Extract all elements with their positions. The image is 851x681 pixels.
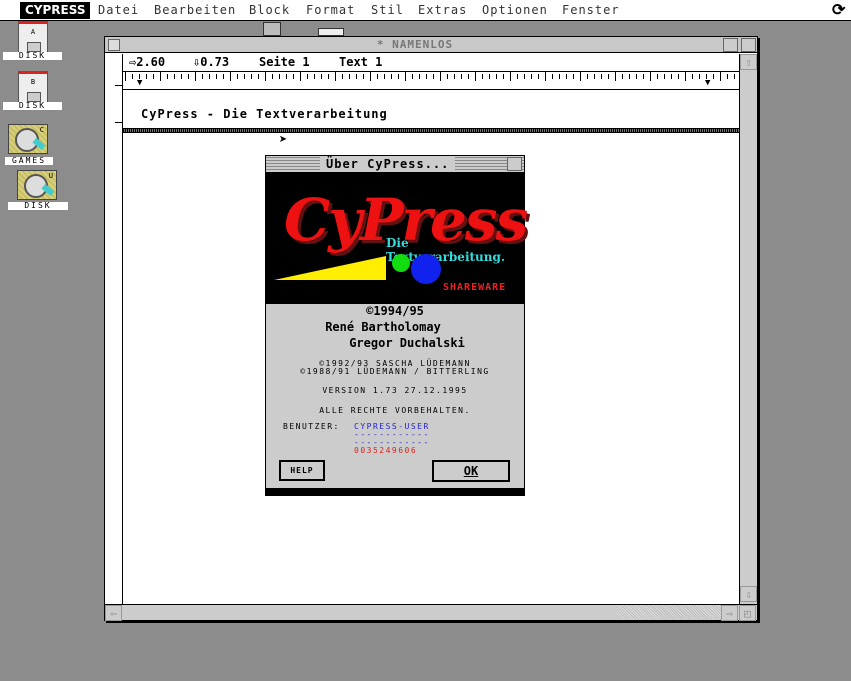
fullsize-button[interactable] <box>741 38 756 52</box>
scroll-up-icon[interactable]: ⇧ <box>740 54 757 70</box>
menu-stil[interactable]: Stil <box>371 3 404 17</box>
cursor-y: ⇩0.73 <box>193 55 230 69</box>
scroll-down-icon[interactable]: ⇩ <box>740 586 757 602</box>
dialog-title-bar[interactable]: Über CyPress... <box>266 156 524 173</box>
scroll-left-icon[interactable]: ⇦ <box>105 605 122 621</box>
harddisk-icon[interactable]: U <box>17 170 57 200</box>
vertical-scrollbar[interactable]: ⇧ ⇩ <box>739 54 757 604</box>
window-title-bar[interactable]: * NAMENLOS <box>105 37 757 53</box>
credit: ©1988/91 LÜDEMANN / BITTERLING <box>300 367 490 376</box>
right-margin-marker[interactable]: ▼ <box>705 78 710 88</box>
rights: ALLE RECHTE VORBEHALTEN. <box>319 406 471 415</box>
page-separator <box>123 128 739 133</box>
resize-handle-icon[interactable]: ◰ <box>739 605 756 621</box>
printer-icon[interactable] <box>318 28 344 36</box>
cypress-logo: CyPress Die Textverarbeitung. SHAREWARE <box>266 174 528 304</box>
left-margin <box>105 54 123 604</box>
help-button[interactable]: HELP <box>279 460 325 481</box>
ok-button[interactable]: OK <box>432 460 510 482</box>
drive-letter: U <box>48 172 53 180</box>
menu-optionen[interactable]: Optionen <box>482 3 548 17</box>
menu-app[interactable]: CYPRESS <box>20 2 91 19</box>
dialog-body: ©1994/95 René Bartholomay Gregor Duchals… <box>266 304 524 488</box>
drive-letter: A <box>30 28 36 36</box>
menu-format[interactable]: Format <box>306 3 355 17</box>
menu-bar: CYPRESS Datei Bearbeiten Block Format St… <box>0 0 851 21</box>
icon-label: DISK <box>8 202 68 210</box>
scroll-right-icon[interactable]: ⇨ <box>721 605 738 621</box>
ruler[interactable]: ▼ ▼ <box>123 71 741 90</box>
iconify-button[interactable] <box>723 38 738 52</box>
harddisk-icon[interactable]: C <box>8 124 48 154</box>
user-label: BENUTZER: <box>283 422 340 431</box>
iconify-button[interactable] <box>507 157 522 171</box>
author: Gregor Duchalski <box>349 336 465 350</box>
serial-number: 0035249606 <box>354 446 418 455</box>
text-indicator: Text 1 <box>339 55 383 69</box>
menu-block[interactable]: Block <box>249 3 290 17</box>
menu-fenster[interactable]: Fenster <box>562 3 620 17</box>
menu-bearbeiten[interactable]: Bearbeiten <box>154 3 236 17</box>
page-indicator: Seite 1 <box>259 55 310 69</box>
mouse-pointer-icon: ➤ <box>279 132 288 148</box>
scroll-track[interactable] <box>617 605 721 620</box>
horizontal-scrollbar[interactable]: ⇦ ⇨ ◰ <box>105 604 757 621</box>
cursor-x: ⇨2.60 <box>129 55 166 69</box>
icon-label: DISK <box>3 102 62 110</box>
info-line: ⇨2.60 ⇩0.73 Seite 1 Text 1 <box>123 54 739 71</box>
left-margin-marker[interactable]: ▼ <box>137 78 142 88</box>
icon-label: DISK <box>3 52 62 60</box>
author: René Bartholomay <box>325 320 441 334</box>
icon-label: GAMES <box>5 157 53 165</box>
document-text[interactable]: CyPress - Die Textverarbeitung <box>141 107 388 121</box>
copyright: ©1994/95 <box>366 304 424 318</box>
shareware-badge: SHAREWARE <box>443 282 507 293</box>
floppy-icon: A <box>18 21 48 53</box>
menu-datei[interactable]: Datei <box>98 3 139 17</box>
refresh-icon[interactable]: ⟳ <box>832 0 845 19</box>
version: VERSION 1.73 27.12.1995 <box>322 386 468 395</box>
about-dialog: Über CyPress... CyPress Die Textverarbei… <box>265 155 528 496</box>
floppy-icon: B <box>18 71 48 103</box>
trash-icon[interactable] <box>263 22 281 36</box>
drive-letter: B <box>30 78 36 86</box>
menu-extras[interactable]: Extras <box>418 3 467 17</box>
dialog-title: Über CyPress... <box>320 157 456 171</box>
drive-letter: C <box>39 126 44 134</box>
window-title: * NAMENLOS <box>376 38 454 51</box>
